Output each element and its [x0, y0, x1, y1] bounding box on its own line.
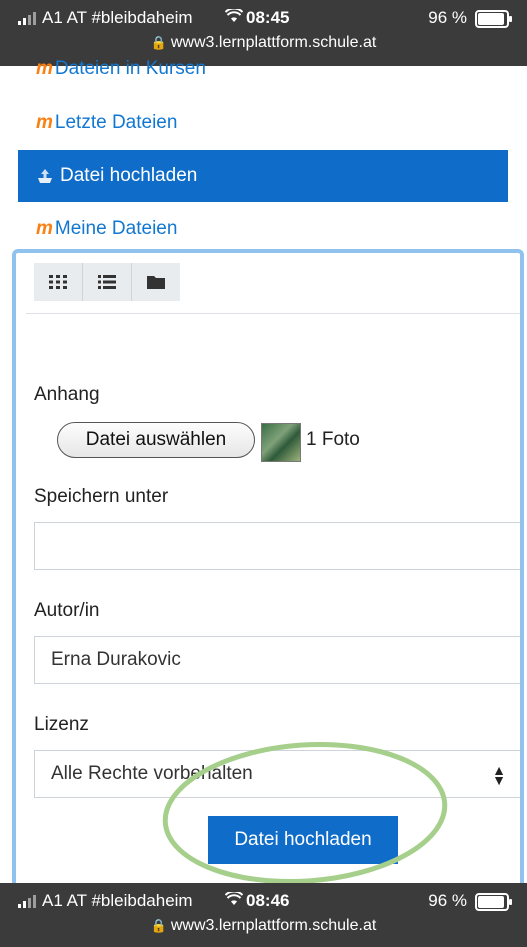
lock-icon: 🔒: [150, 35, 167, 50]
wifi-icon: [224, 890, 244, 911]
nav-item-letzte-dateien[interactable]: m Letzte Dateien: [36, 112, 177, 134]
moodle-logo-icon: m: [36, 112, 53, 133]
nav-item-label: Datei hochladen: [60, 165, 198, 186]
nav-item-datei-hochladen[interactable]: Datei hochladen: [18, 150, 508, 202]
clock: 08:46: [246, 891, 290, 910]
nav-item-label: Letzte Dateien: [54, 112, 178, 133]
status-bar-bottom: A1 AT #bleibdaheim 08:46 96 % 🔒 www3.lern…: [0, 883, 527, 947]
carrier-label: A1 AT #bleibdaheim: [42, 891, 193, 910]
signal-icon: [18, 895, 36, 908]
photo-count: 1 Foto: [306, 429, 360, 450]
nav-item-dateien-in-kursen[interactable]: m Dateien in Kursen: [36, 58, 206, 80]
battery-icon: [475, 893, 512, 911]
status-bar-top: A1 AT #bleibdaheim 08:45 96 % 🔒 www3.lern…: [0, 0, 527, 66]
choose-file-button[interactable]: Datei auswählen: [57, 422, 255, 458]
signal-icon: [18, 12, 36, 25]
moodle-logo-icon: m: [36, 58, 53, 79]
battery-percent: 96 %: [428, 8, 467, 27]
license-select[interactable]: Alle Rechte vorbehalten ▲ ▼: [34, 750, 520, 798]
upload-submit-button[interactable]: Datei hochladen: [208, 816, 398, 864]
grid-view-icon: [49, 275, 67, 289]
grid-view-button[interactable]: [34, 263, 83, 301]
list-view-button[interactable]: [83, 263, 132, 301]
carrier-label: A1 AT #bleibdaheim: [42, 8, 193, 27]
list-view-icon: [98, 275, 116, 289]
view-switcher: [34, 263, 180, 301]
toolbar-divider: [26, 313, 520, 314]
moodle-logo-icon: m: [36, 218, 53, 239]
address-bar[interactable]: 🔒 www3.lernplattform.schule.at: [0, 917, 527, 935]
nav-item-label: Meine Dateien: [54, 218, 178, 239]
battery-percent: 96 %: [428, 891, 467, 910]
lock-icon: 🔒: [150, 918, 167, 933]
author-label: Autor/in: [34, 600, 100, 621]
attachment-label: Anhang: [34, 384, 100, 405]
save-as-input[interactable]: [34, 522, 520, 570]
photo-thumbnail: [261, 423, 301, 462]
clock: 08:45: [246, 8, 290, 27]
folder-view-button[interactable]: [132, 263, 180, 301]
wifi-icon: [224, 7, 244, 28]
battery-icon: [475, 10, 512, 28]
save-as-label: Speichern unter: [34, 486, 169, 507]
file-picker-panel: Anhang Datei auswählen 1 Foto Speichern …: [12, 249, 524, 893]
author-input[interactable]: Erna Durakovic: [34, 636, 520, 684]
license-selected-value: Alle Rechte vorbehalten: [51, 763, 253, 784]
select-arrows-icon: ▲ ▼: [492, 762, 506, 788]
nav-item-meine-dateien[interactable]: m Meine Dateien: [36, 218, 177, 240]
address-bar[interactable]: 🔒 www3.lernplattform.schule.at: [0, 34, 527, 52]
folder-view-icon: [147, 276, 165, 289]
url-text: www3.lernplattform.schule.at: [170, 917, 377, 934]
license-label: Lizenz: [34, 714, 89, 735]
url-text: www3.lernplattform.schule.at: [170, 34, 377, 51]
upload-icon: [38, 169, 52, 183]
nav-item-label: Dateien in Kursen: [54, 58, 206, 79]
